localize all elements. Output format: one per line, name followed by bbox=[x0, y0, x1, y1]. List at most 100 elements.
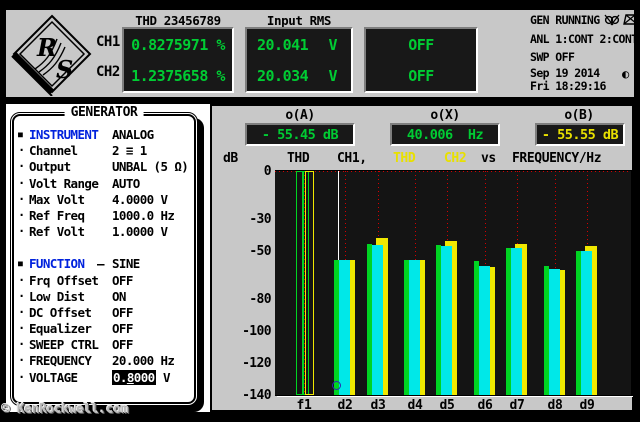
rms-ch2-unit: V bbox=[328, 66, 337, 85]
bar-fundamental-ch2 bbox=[305, 171, 314, 395]
row-value-editing[interactable]: 0.8000 bbox=[112, 369, 156, 385]
x-axis-label: FREQUENCY/Hz bbox=[512, 151, 602, 166]
row-label: Volt Range bbox=[29, 175, 99, 191]
row-value: AUTO bbox=[112, 175, 140, 191]
y-axis-ticks: 0 -30 -50 -80 -100 -120 -140 bbox=[218, 164, 272, 403]
cursor-a-label: o(A) bbox=[285, 108, 315, 123]
x-tick-label: d2 bbox=[337, 398, 353, 413]
bar-ch1-d2 bbox=[339, 260, 350, 395]
row-label: Frq Offset bbox=[29, 272, 99, 288]
row-value: ON bbox=[112, 288, 126, 304]
row-label: SWEEP CTRL bbox=[29, 337, 99, 353]
generator-row-voltage[interactable]: · VOLTAGE 0.8000 V bbox=[11, 369, 197, 386]
row-label: Channel bbox=[29, 143, 78, 159]
cursor-x-label: o(X) bbox=[430, 108, 460, 123]
bar-marker-d5 bbox=[436, 245, 441, 395]
generator-row-volt-range[interactable]: · Volt Range AUTO bbox=[11, 176, 197, 192]
y-tick-label: -100 bbox=[242, 324, 272, 339]
row-value: OFF bbox=[112, 321, 133, 337]
x-cursor-line[interactable] bbox=[338, 171, 339, 260]
row-bullet-icon: · bbox=[18, 337, 25, 352]
value-pre: 0. bbox=[113, 369, 127, 385]
rs-logo: R S bbox=[11, 14, 92, 96]
bar-marker-d9 bbox=[576, 251, 581, 395]
row-value: 4.0000 V bbox=[112, 191, 168, 207]
trace2-func: THD bbox=[393, 151, 416, 166]
generator-row-channel[interactable]: · Channel 2 ≡ 1 bbox=[11, 143, 197, 159]
row-unit: V bbox=[163, 369, 171, 385]
watermark: © KenRockwell.com bbox=[2, 402, 129, 417]
bar-ch1-d4 bbox=[409, 260, 420, 395]
bar-ch1-d9 bbox=[581, 251, 592, 395]
row-label: VOLTAGE bbox=[29, 369, 78, 385]
rms-ch2-value: 20.034 V bbox=[247, 67, 351, 85]
generator-row-frq-offset[interactable]: · Frq Offset OFF bbox=[11, 273, 197, 289]
row-value: OFF bbox=[112, 272, 133, 288]
generator-spacer bbox=[11, 240, 197, 256]
y-tick-label: -30 bbox=[249, 212, 271, 227]
row-label: Ref Freq bbox=[29, 207, 85, 223]
bar-marker-d6 bbox=[474, 261, 479, 395]
cursor-b-label: o(B) bbox=[564, 108, 594, 123]
row-bullet-icon: · bbox=[18, 159, 25, 174]
row-label: FUNCTION bbox=[29, 256, 85, 272]
generator-row-output[interactable]: · Output UNBAL (5 Ω) bbox=[11, 159, 197, 175]
row-value: 20.000 Hz bbox=[112, 353, 175, 369]
bar-ch1-d5 bbox=[441, 246, 452, 395]
generator-row-instrument[interactable]: ■ INSTRUMENT ANALOG bbox=[11, 127, 197, 143]
x-tick-label: d8 bbox=[547, 398, 563, 413]
row-value: UNBAL (5 Ω) bbox=[112, 159, 189, 175]
cursor-a-display: - 55.45 dB bbox=[245, 123, 355, 146]
generator-row-function[interactable]: ■ FUNCTION — SINE bbox=[11, 256, 197, 272]
graph-panel: o(A) o(X) o(B) - 55.45 dB 40.006 Hz - 55… bbox=[210, 104, 634, 413]
aux-row2-value: OFF bbox=[408, 66, 434, 85]
input-rms-title: Input RMS bbox=[266, 13, 332, 28]
row-label: Max Volt bbox=[29, 191, 85, 207]
swp-status: SWP OFF bbox=[530, 50, 575, 64]
generator-row-ref-freq[interactable]: · Ref Freq 1000.0 Hz bbox=[11, 208, 197, 224]
generator-row-sweep-ctrl[interactable]: · SWEEP CTRL OFF bbox=[11, 337, 197, 353]
row-value: OFF bbox=[112, 337, 133, 353]
cursor-b-value: - 55.55 dB bbox=[541, 126, 619, 143]
ch2-label: CH2 bbox=[96, 64, 120, 80]
generator-row-dc-offset[interactable]: · DC Offset OFF bbox=[11, 305, 197, 321]
bar-ch1-d7 bbox=[511, 248, 522, 395]
row-dash: — bbox=[97, 256, 105, 272]
generator-row-equalizer[interactable]: · Equalizer OFF bbox=[11, 321, 197, 337]
x-tick-label: d6 bbox=[477, 398, 493, 413]
aux-row1-value: OFF bbox=[408, 35, 434, 54]
generator-panel: GENERATOR ■ INSTRUMENT ANALOG · Channel 2 ≡ 1… bbox=[10, 105, 198, 406]
value-post: 000 bbox=[133, 369, 155, 385]
generator-row-frequency[interactable]: · FREQUENCY 20.000 Hz bbox=[11, 353, 197, 369]
generator-row-low-dist[interactable]: · Low Dist ON bbox=[11, 289, 197, 305]
anl-status: ANL 1:CONT 2:CONT bbox=[530, 32, 638, 46]
row-label: FREQUENCY bbox=[29, 353, 92, 369]
x-tick-label: d4 bbox=[407, 398, 423, 413]
cursor-b-display: - 55.55 dB bbox=[535, 123, 625, 146]
bar-fundamental-line bbox=[302, 171, 304, 395]
speaker-muted-icon bbox=[604, 14, 620, 26]
row-value: 2 ≡ 1 bbox=[112, 143, 147, 159]
generator-row-max-volt[interactable]: · Max Volt 4.0000 V bbox=[11, 192, 197, 208]
y-tick-label: -50 bbox=[249, 244, 271, 259]
generator-row-ref-volt[interactable]: · Ref Volt 1.0000 V bbox=[11, 224, 197, 240]
row-bullet-icon: · bbox=[18, 207, 25, 222]
y-tick-label: -120 bbox=[242, 356, 272, 371]
cursor-x-display: 40.006 Hz bbox=[390, 123, 500, 146]
row-label: Ref Volt bbox=[29, 224, 85, 240]
generator-panel-title: GENERATOR bbox=[64, 105, 144, 120]
bar-marker-d7 bbox=[506, 248, 511, 395]
edit-cursor: 8 bbox=[126, 369, 135, 385]
thd-display: 0.8275971 % 1.2375658 % bbox=[122, 27, 234, 93]
row-bullet-icon: · bbox=[18, 321, 25, 336]
aux-display: OFF OFF bbox=[364, 27, 478, 93]
row-bullet-icon: ■ bbox=[18, 259, 23, 269]
gridline-h bbox=[275, 171, 631, 172]
header-bar: R S THD 23456789 CH1 CH2 0.8275971 % 1.2… bbox=[6, 10, 638, 97]
logo-letter-r: R bbox=[36, 33, 57, 62]
keyboard-off-icon bbox=[623, 14, 638, 25]
analyzer-screen: R S THD 23456789 CH1 CH2 0.8275971 % 1.2… bbox=[0, 0, 640, 422]
row-value: 1.0000 V bbox=[112, 224, 168, 240]
row-value: OFF bbox=[112, 304, 133, 320]
status-time: Fri 18:29:16 bbox=[530, 79, 606, 93]
